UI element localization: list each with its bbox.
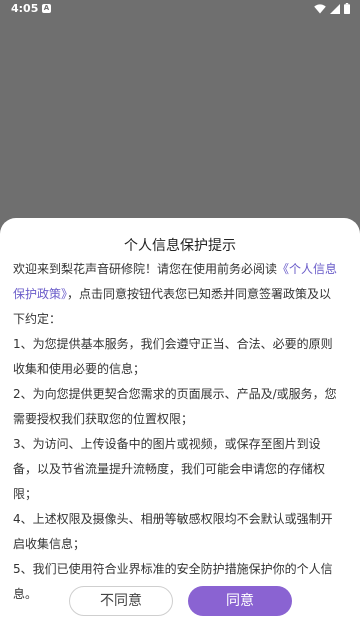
dialog-body: 欢迎来到梨花声音研修院！请您在使用前务必阅读《个人信息保护政策》，点击同意按钮代… xyxy=(13,257,343,607)
cellular-signal-icon xyxy=(330,3,340,17)
status-time: 4:05 xyxy=(11,2,39,15)
status-bar: 4:05 A xyxy=(0,0,360,18)
term-item-2: 2、为向您提供更契合您需求的页面展示、产品及/或服务，您需要授权我们获取您的位置… xyxy=(13,387,337,426)
term-item-3: 3、为访问、上传设备中的图片或视频，或保存至图片到设备，以及节省流量提升流畅度，… xyxy=(13,437,326,501)
notification-icon: A xyxy=(42,4,51,13)
disagree-button[interactable]: 不同意 xyxy=(69,586,173,616)
intro-paragraph: 欢迎来到梨花声音研修院！请您在使用前务必阅读《个人信息保护政策》，点击同意按钮代… xyxy=(13,257,343,332)
dialog-actions: 不同意 同意 xyxy=(0,586,360,618)
wifi-icon xyxy=(314,3,326,17)
term-item-1: 1、为您提供基本服务，我们会遵守正当、合法、必要的原则收集和使用必要的信息； xyxy=(13,337,333,376)
dialog-title: 个人信息保护提示 xyxy=(124,238,236,254)
battery-icon xyxy=(344,3,350,17)
status-icons xyxy=(314,3,350,17)
privacy-dialog: 个人信息保护提示 欢迎来到梨花声音研修院！请您在使用前务必阅读《个人信息保护政策… xyxy=(0,218,360,640)
term-item-4: 4、上述权限及摄像头、相册等敏感权限均不会默认或强制开启收集信息； xyxy=(13,512,333,551)
intro-prefix: 欢迎来到梨花声音研修院！请您在使用前务必阅读 xyxy=(13,262,278,276)
agree-button[interactable]: 同意 xyxy=(188,586,292,616)
